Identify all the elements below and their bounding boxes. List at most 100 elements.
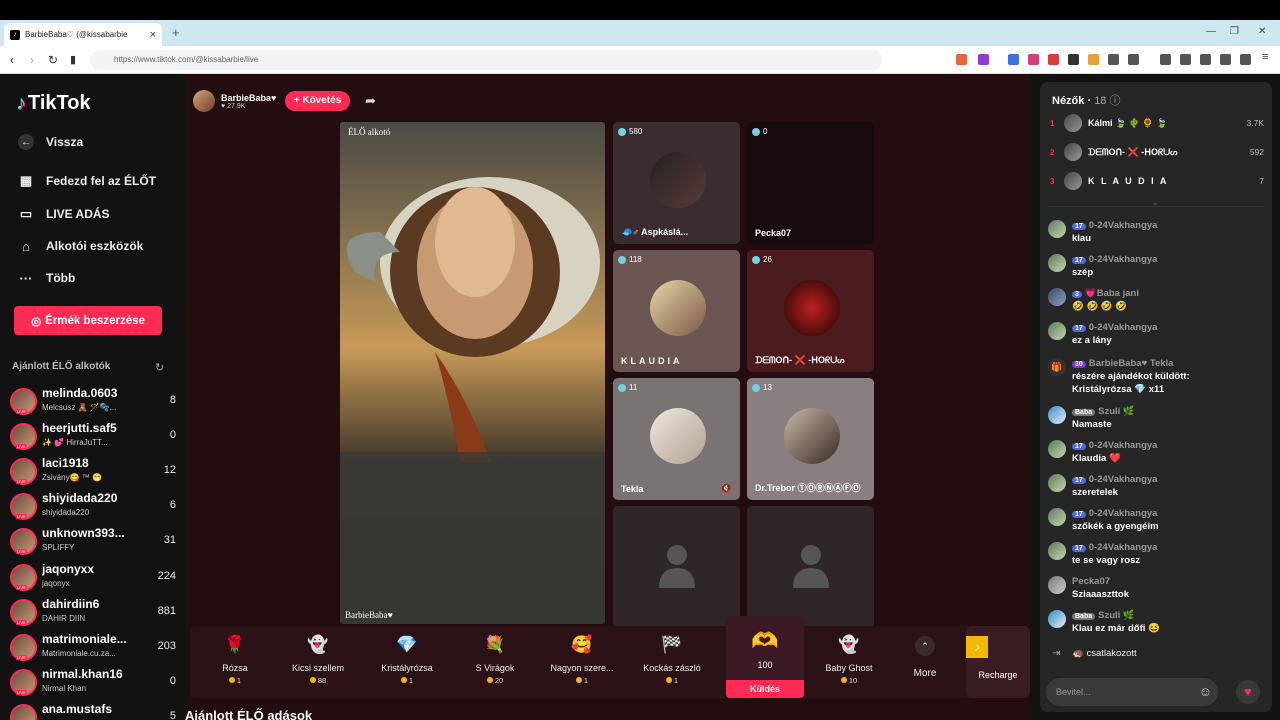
main-video[interactable]: ÉLŐ alkotó BarbieBaba♥ <box>340 122 605 624</box>
url-text: https://www.tiktok.com/@kissabarbie/live <box>114 55 259 64</box>
selected-gift-card[interactable]: 🫶 100 Küldés <box>726 616 804 698</box>
top-viewer-row[interactable]: 3 K L A U D I A 7 <box>1050 170 1264 192</box>
gift-item[interactable]: 💐 S Virágok 20 <box>450 626 540 698</box>
empty-user-icon <box>659 545 695 588</box>
creator-item[interactable]: LIVE jaqonyxx jaqonyx 224 <box>10 562 176 594</box>
avatar <box>1048 474 1066 492</box>
sidebar-item-live[interactable]: ▭ LIVE ADÁS <box>18 206 110 222</box>
info-icon[interactable]: ⓘ <box>1110 95 1121 107</box>
creator-item[interactable]: LIVE matrimoniale... Matrimoniale.cu.za.… <box>10 632 176 664</box>
close-window-icon[interactable]: ✕ <box>1258 26 1266 37</box>
creator-item[interactable]: LIVE melinda.0603 Melcsusz 🧸 🪄🫧... 8 <box>10 386 176 418</box>
live-creator-label: ÉLŐ alkotó <box>348 127 391 137</box>
gift-item[interactable]: 👻 Kicsi szellem 88 <box>273 626 363 698</box>
reload-icon[interactable]: ↻ <box>48 53 58 67</box>
menu-icon[interactable]: ≡ <box>1262 51 1273 63</box>
puzzle-icon[interactable] <box>1108 54 1119 65</box>
vpn-icon[interactable] <box>1240 54 1251 65</box>
rose-icon: 🌹 <box>224 635 246 654</box>
sidebar-item-more[interactable]: ··· Több <box>18 270 76 286</box>
extension-icon[interactable] <box>1128 54 1139 65</box>
chat-username: 0-24Vakhangya <box>1088 542 1158 553</box>
guest-tile[interactable]: 580 🧢♂ Aspkáslá... <box>613 122 740 244</box>
extension-icon[interactable] <box>1088 54 1099 65</box>
guest-tile[interactable]: 11 Tekla 🔇 <box>613 378 740 500</box>
creator-item[interactable]: LIVE shiyidada220 shiyidada220 6 <box>10 491 176 523</box>
top-viewer-row[interactable]: 2 ᗪᗴᗰOᑎ- ❌ -ᕼOᖇᑌᔕ 592 <box>1050 141 1264 163</box>
rank-number: 2 <box>1050 147 1055 157</box>
extension-icon[interactable] <box>1068 54 1079 65</box>
gift-item[interactable]: 👻 Baby Ghost 10 <box>804 626 894 698</box>
forward-icon[interactable]: › <box>30 53 34 67</box>
tiktok-logo[interactable]: ♪ TikTok <box>16 92 91 115</box>
maximize-icon[interactable]: ❐ <box>1230 26 1239 37</box>
close-tab-icon[interactable]: × <box>150 29 156 41</box>
chat-text: szőkék a gyengéim <box>1072 521 1159 532</box>
creator-item[interactable]: LIVE nirmal.khan16 Nirmal Khan 0 <box>10 667 176 699</box>
extension-icon[interactable] <box>1048 54 1059 65</box>
recharge-button[interactable]: ♪ Recharge <box>966 626 1030 698</box>
empty-guest-slot[interactable] <box>613 506 740 628</box>
get-coins-button[interactable]: ◎ Érmék beszerzése <box>14 306 162 335</box>
music-icon[interactable] <box>1160 54 1171 65</box>
sidebar-item-creator-tools[interactable]: ⌂ Alkotói eszközök <box>18 238 143 254</box>
sidebar-icon[interactable] <box>1180 54 1191 65</box>
gift-item[interactable]: 🥰 Nagyon szere... 1 <box>537 626 627 698</box>
creator-nickname: jaqonyx <box>42 579 70 588</box>
back-icon[interactable]: ‹ <box>10 53 14 67</box>
extension-icon[interactable] <box>1008 54 1019 65</box>
bookmark-icon[interactable]: ▮ <box>70 53 76 66</box>
gift-price: 20 <box>450 676 540 685</box>
guest-tile[interactable]: 0 Pecka07 <box>747 122 874 244</box>
rank-number: 1 <box>1050 118 1055 128</box>
creator-item[interactable]: LIVE heerjutti.saf5 ✨ 💕 HirraJuTT... 0 <box>10 421 176 453</box>
live-stage: BarbieBaba♥ ♥ 27.9K + Követés ➦ ÉLŐ alko… <box>185 74 1030 720</box>
viewer-dot-icon <box>618 127 626 136</box>
empty-guest-slot[interactable] <box>747 506 874 628</box>
creator-item[interactable]: ana.mustafs 5 <box>10 702 176 720</box>
live-badge: LIVE <box>16 655 27 660</box>
browser-tab[interactable]: ♪ BarbieBaba♡ (@kissabarbie × <box>4 23 162 46</box>
creator-name: dahirdiin6 <box>42 597 100 611</box>
creator-item[interactable]: LIVE dahirdiin6 DAHIR DIIN 881 <box>10 597 176 629</box>
wallet-icon[interactable] <box>1200 54 1211 65</box>
back-label: Vissza <box>46 135 84 149</box>
chat-username: 0-24Vakhangya <box>1088 220 1158 231</box>
sidebar-item-explore-live[interactable]: ▦ Fedezd fel az ÉLŐT <box>18 173 156 189</box>
minimize-icon[interactable]: — <box>1206 26 1216 37</box>
chat-text: te se vagy rosz <box>1072 555 1141 566</box>
viewer-dot-icon <box>618 255 626 264</box>
sparkle-icon[interactable] <box>1220 54 1231 65</box>
expand-chevron-icon[interactable]: ⌄ <box>1152 198 1159 207</box>
more-gifts-button[interactable]: ⌃ More <box>890 626 960 698</box>
guest-tile[interactable]: 118 KLAUDIA <box>613 250 740 372</box>
refresh-icon[interactable]: ↻ <box>155 361 164 374</box>
chat-input[interactable]: Bevitel... ☺ <box>1046 678 1218 706</box>
chat-user: 17 0-24Vakhangya <box>1072 322 1157 333</box>
gift-item[interactable]: 💎 Kristályrózsa 1 <box>362 626 452 698</box>
rewards-icon[interactable] <box>978 54 989 65</box>
follow-button[interactable]: + Követés <box>285 91 350 111</box>
gift-item[interactable]: 🏁 Kockás zászló 1 <box>627 626 717 698</box>
like-heart-button[interactable]: ♥ <box>1236 680 1260 704</box>
host-info[interactable]: BarbieBaba♥ ♥ 27.9K <box>193 90 276 112</box>
creator-item[interactable]: LIVE unknown393... SPLIFFY 31 <box>10 526 176 558</box>
brave-shield-icon[interactable] <box>956 54 967 65</box>
chat-username: 0-24Vakhangya <box>1088 474 1158 485</box>
top-viewer-row[interactable]: 1 Kálmi 🍃 🌵 🌻 🍃 3.7K <box>1050 112 1264 134</box>
guest-tile[interactable]: 26 ᗪᗴᗰOᑎ- ❌ -ᕼOᖇᑌᔕ <box>747 250 874 372</box>
emoji-icon[interactable]: ☺ <box>1199 678 1212 706</box>
share-icon[interactable]: ➦ <box>365 93 376 109</box>
lightbulb-icon: ⌂ <box>22 238 30 254</box>
guest-tile[interactable]: 13 Dr.Trebor ⓉⓄⓇⓃⒶⒻⓄ <box>747 378 874 500</box>
gift-item[interactable]: 🌹 Rózsa 1 <box>190 626 280 698</box>
back-link[interactable]: ← Vissza <box>18 134 83 150</box>
extension-icon[interactable] <box>1028 54 1039 65</box>
send-button[interactable]: Küldés <box>726 680 804 698</box>
gift-name: Kockás zászló <box>643 663 701 673</box>
new-tab-icon[interactable]: + <box>172 25 180 40</box>
creator-item[interactable]: LIVE laci1918 Zsivány😋 ™ 😁 12 <box>10 456 176 488</box>
ghost-icon: 👻 <box>307 635 329 654</box>
creator-nickname: ✨ 💕 HirraJuTT... <box>42 438 108 447</box>
url-field[interactable]: https://www.tiktok.com/@kissabarbie/live <box>90 50 882 70</box>
